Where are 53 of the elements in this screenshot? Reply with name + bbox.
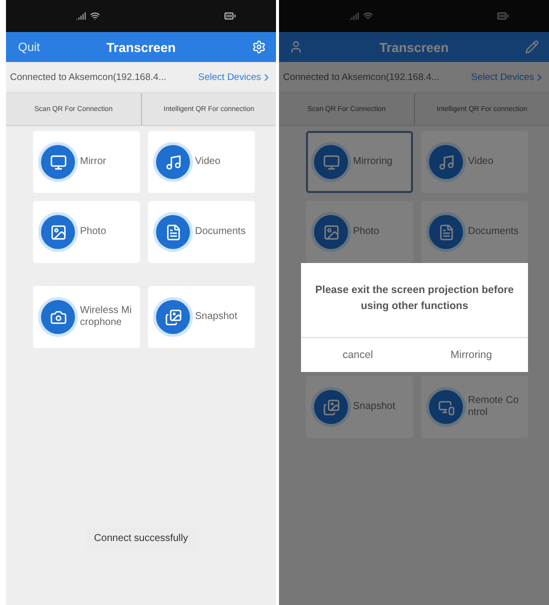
tile-label: Mirroring: [353, 156, 394, 168]
picture-icon: [41, 215, 75, 249]
signal-icon: [349, 11, 359, 21]
document-icon: [429, 215, 463, 249]
connection-status: Connected to Aksemcon(192.168.4...: [10, 72, 166, 82]
feature-tile[interactable]: Video: [421, 131, 528, 193]
quit-link[interactable]: Quit: [6, 40, 66, 54]
tile-label: Photo: [80, 226, 108, 238]
pencil-icon[interactable]: [525, 40, 539, 54]
battery-icon: [224, 10, 236, 22]
monitor-icon: [314, 145, 348, 179]
signal-icon: [76, 11, 86, 21]
battery-icon: [497, 10, 509, 22]
tile-label: Snapshot: [353, 400, 396, 414]
feature-tile[interactable]: Mirror: [33, 131, 140, 193]
tile-label: Remote Control: [468, 394, 520, 420]
pictures-icon: [156, 300, 190, 334]
tile-label: Photo: [353, 226, 380, 238]
feature-tile[interactable]: Remote Control: [421, 376, 528, 438]
profile-icon[interactable]: [289, 40, 303, 54]
feature-tile[interactable]: Photo: [33, 201, 140, 263]
monitor-icon: [41, 145, 75, 179]
tile-label: Video: [195, 156, 222, 168]
feature-tile[interactable]: Video: [148, 131, 255, 193]
feature-tile[interactable]: Documents: [421, 201, 528, 263]
settings-icon[interactable]: [252, 40, 266, 54]
feature-tile[interactable]: Wireless Microphone: [33, 286, 140, 348]
feature-tile[interactable]: Photo: [306, 201, 413, 263]
select-devices-link[interactable]: Select Devices: [471, 72, 545, 82]
select-devices-link[interactable]: Select Devices: [198, 72, 272, 82]
music-note-icon: [429, 145, 463, 179]
connection-status: Connected to Aksemcon(192.168.4...: [283, 72, 440, 82]
pictures-icon: [314, 390, 348, 424]
tile-label: Snapshot: [195, 310, 238, 324]
wifi-icon: [363, 11, 373, 21]
tile-label: Wireless Microphone: [80, 304, 132, 330]
tile-label: Video: [468, 156, 494, 168]
document-icon: [156, 215, 190, 249]
dialog-message: Please exit the screen projection before using other functions: [314, 283, 515, 314]
app-title: Transcreen: [378, 40, 450, 54]
wifi-icon: [90, 11, 100, 21]
tile-label: Documents: [195, 226, 247, 238]
feature-tile[interactable]: Snapshot: [148, 286, 255, 348]
feature-tile[interactable]: Documents: [148, 201, 255, 263]
feature-tile[interactable]: Snapshot: [306, 376, 413, 438]
music-note-icon: [156, 145, 190, 179]
remote-screen-icon: [429, 390, 463, 424]
camera-icon: [41, 300, 75, 334]
picture-icon: [314, 215, 348, 249]
tile-label: Mirror: [80, 156, 108, 168]
app-title: Transcreen: [105, 40, 177, 54]
feature-tile[interactable]: Mirroring: [306, 131, 413, 193]
tile-label: Documents: [468, 226, 520, 238]
